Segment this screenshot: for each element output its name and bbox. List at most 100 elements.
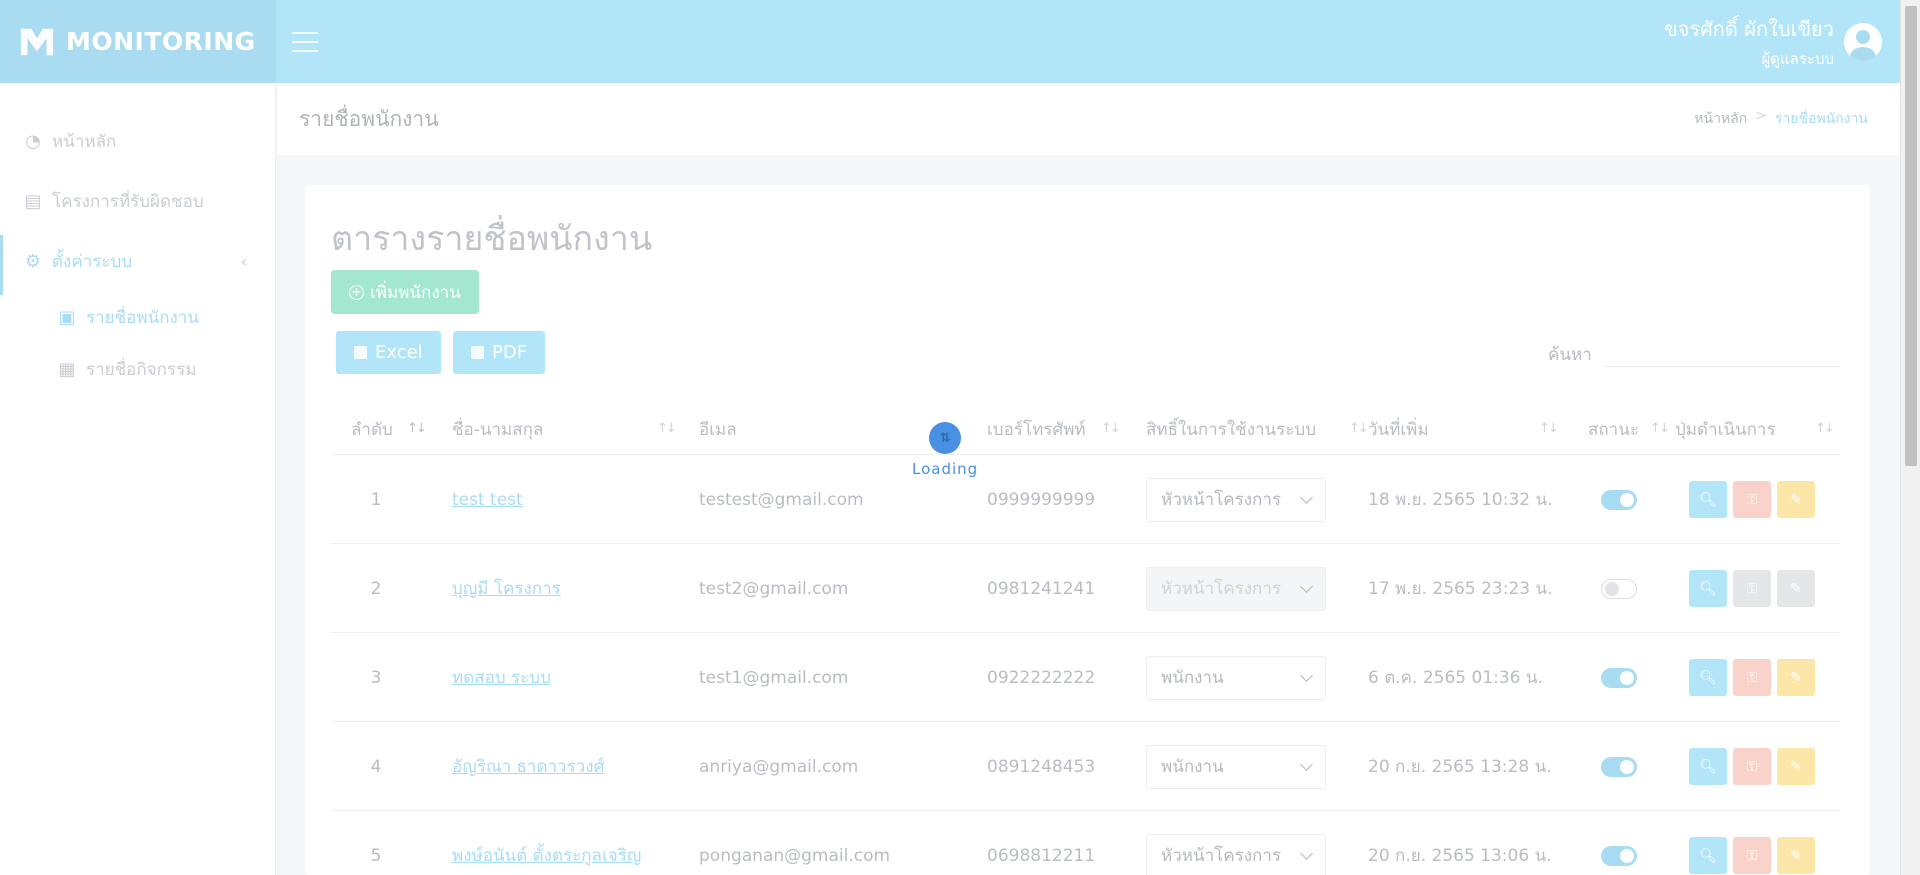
sidebar-item-label: ตั้งค่าระบบ — [52, 251, 133, 272]
status-toggle[interactable] — [1601, 667, 1637, 688]
export-pdf-button[interactable]: PDF — [453, 331, 546, 374]
view-button[interactable]: 🔍︎ — [1689, 748, 1727, 785]
user-menu[interactable]: ขจรศักดิ์ ผักใบเขียว ผู้ดูแลระบบ — [1664, 13, 1882, 71]
document-list-icon: ▤ — [24, 190, 42, 212]
date-added: 6 ต.ค. 2565 01:36 น. — [1368, 668, 1543, 688]
reset-password-button[interactable]: ⚿ — [1733, 481, 1771, 518]
role-select[interactable]: พนักงาน — [1146, 744, 1326, 789]
table-row: 4 อัญริณา ธาดาวรวงศ์ anriya@gmail.com 08… — [331, 722, 1840, 811]
sort-icon[interactable]: ↑↓ — [1539, 421, 1559, 436]
role-value: พนักงาน — [1161, 668, 1224, 688]
brand-name: MONITORING — [66, 27, 256, 56]
breadcrumb: หน้าหลัก > รายชื่อพนักงาน — [1694, 108, 1868, 130]
page-header: รายชื่อพนักงาน หน้าหลัก > รายชื่อพนักงาน — [277, 83, 1900, 155]
sidebar-subitem-label: รายชื่อกิจกรรม — [86, 359, 197, 380]
loading-text: Loading — [912, 460, 979, 478]
status-toggle[interactable] — [1601, 578, 1637, 599]
role-select[interactable]: หัวหน้าโครงการ — [1146, 566, 1326, 611]
reset-password-button[interactable]: ⚿ — [1733, 659, 1771, 696]
edit-button[interactable]: ✎ — [1777, 659, 1815, 696]
date-added: 20 ก.ย. 2565 13:06 น. — [1368, 846, 1552, 866]
key-icon: ⚿ — [1746, 669, 1758, 686]
column-header-phone[interactable]: เบอร์โทรศัพท์ — [987, 403, 1086, 455]
view-button[interactable]: 🔍︎ — [1689, 570, 1727, 607]
column-header-status[interactable]: สถานะ — [1588, 403, 1639, 455]
sidebar-item-settings[interactable]: ⚙ ตั้งค่าระบบ ‹ — [0, 231, 275, 295]
role-select[interactable]: หัวหน้าโครงการ — [1146, 477, 1326, 522]
export-excel-button[interactable]: Excel — [336, 331, 441, 374]
table-row: 3 ทดสอบ ระบบ test1@gmail.com 0922222222 … — [331, 633, 1840, 722]
menu-toggle-icon[interactable] — [292, 31, 318, 52]
edit-button[interactable]: ✎ — [1777, 481, 1815, 518]
sidebar-subitem-employees[interactable]: ▣ รายชื่อพนักงาน — [0, 291, 275, 343]
excel-label: Excel — [375, 342, 423, 363]
employee-email: test1@gmail.com — [699, 667, 849, 688]
employee-phone: 0999999999 — [987, 489, 1096, 510]
row-number: 2 — [370, 578, 382, 599]
top-header: MONITORING ขจรศักดิ์ ผักใบเขียว ผู้ดูแลร… — [0, 0, 1900, 83]
page-scrollbar[interactable] — [1900, 0, 1920, 875]
scrollbar-thumb[interactable] — [1905, 6, 1917, 466]
status-toggle[interactable] — [1601, 845, 1637, 866]
chevron-down-icon — [1300, 757, 1313, 771]
add-employee-button[interactable]: + เพิ่มพนักงาน — [331, 270, 479, 314]
add-employee-label: เพิ่มพนักงาน — [370, 282, 461, 303]
column-header-actions[interactable]: ปุ่มดำเนินการ — [1675, 403, 1776, 455]
employee-name-link[interactable]: บุญมี โครงการ — [452, 575, 561, 602]
column-header-no[interactable]: ลำดับ — [351, 403, 393, 455]
breadcrumb-home[interactable]: หน้าหลัก — [1694, 108, 1747, 130]
sort-icon[interactable]: ↑↓ — [657, 421, 677, 436]
employee-phone: 0981241241 — [987, 578, 1096, 599]
reset-password-button[interactable]: ⚿ — [1733, 837, 1771, 874]
date-added: 17 พ.ย. 2565 23:23 น. — [1368, 579, 1553, 599]
row-number: 3 — [370, 667, 382, 688]
edit-button[interactable]: ✎ — [1777, 748, 1815, 785]
sidebar-item-home[interactable]: ◔ หน้าหลัก — [0, 111, 275, 171]
employee-name-link[interactable]: ทดสอบ ระบบ — [452, 664, 551, 691]
status-toggle[interactable] — [1601, 489, 1637, 510]
column-header-role[interactable]: สิทธิ์ในการใช้งานระบบ — [1146, 403, 1316, 455]
sidebar-subitem-activities[interactable]: ▦ รายชื่อกิจกรรม — [0, 343, 275, 395]
employee-email: anriya@gmail.com — [699, 756, 859, 777]
search-input[interactable] — [1605, 331, 1840, 367]
loading-spinner-icon: ⇅ — [929, 422, 962, 454]
chevron-down-icon — [1300, 579, 1313, 593]
key-icon: ⚿ — [1746, 847, 1758, 864]
column-header-date[interactable]: วันที่เพิ่ม — [1368, 403, 1429, 455]
plus-circle-icon: + — [349, 284, 364, 300]
reset-password-button[interactable]: ⚿ — [1733, 570, 1771, 607]
sort-icon[interactable]: ↑↓ — [1650, 421, 1670, 436]
sidebar-item-projects[interactable]: ▤ โครงการที่รับผิดชอบ — [0, 171, 275, 231]
employee-name-link[interactable]: อัญริณา ธาดาวรวงศ์ — [452, 753, 604, 780]
card-title: ตารางรายชื่อพนักงาน — [331, 219, 653, 259]
edit-button[interactable]: ✎ — [1777, 570, 1815, 607]
role-select[interactable]: หัวหน้าโครงการ — [1146, 833, 1326, 875]
pencil-icon: ✎ — [1790, 758, 1802, 775]
employee-phone: 0891248453 — [987, 756, 1096, 777]
sort-icon[interactable]: ↑↓ — [1815, 421, 1835, 436]
status-toggle[interactable] — [1601, 756, 1637, 777]
table-icon: ▦ — [58, 358, 76, 380]
avatar[interactable] — [1844, 22, 1882, 61]
search-icon: 🔍︎ — [1699, 491, 1717, 508]
view-button[interactable]: 🔍︎ — [1689, 837, 1727, 874]
edit-button[interactable]: ✎ — [1777, 837, 1815, 874]
chart-pie-icon: ◔ — [25, 130, 41, 152]
employee-name-link[interactable]: พงษ์อนันต์ ตั้งตระกูลเจริญ — [452, 842, 641, 869]
role-value: หัวหน้าโครงการ — [1161, 579, 1282, 599]
role-select[interactable]: พนักงาน — [1146, 655, 1326, 700]
gear-icon: ⚙ — [24, 250, 42, 272]
brand-logo[interactable]: MONITORING — [0, 0, 276, 83]
employee-name-link[interactable]: test test — [452, 490, 523, 510]
user-role: ผู้ดูแลระบบ — [1761, 49, 1834, 68]
row-number: 5 — [370, 845, 382, 866]
reset-password-button[interactable]: ⚿ — [1733, 748, 1771, 785]
sort-icon[interactable]: ↑↓ — [1349, 421, 1369, 436]
column-header-name[interactable]: ชื่อ-นามสกุล — [452, 403, 543, 455]
view-button[interactable]: 🔍︎ — [1689, 481, 1727, 518]
view-button[interactable]: 🔍︎ — [1689, 659, 1727, 696]
column-header-email[interactable]: อีเมล — [699, 403, 737, 455]
sort-icon[interactable]: ↑↓ — [1101, 421, 1121, 436]
pdf-file-icon — [471, 346, 484, 359]
sort-up-icon[interactable]: ↑↓ — [407, 421, 427, 436]
